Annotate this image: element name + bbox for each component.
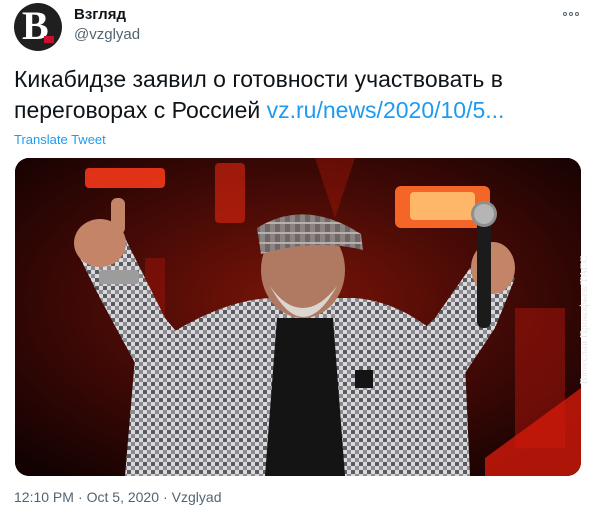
more-dot: [569, 12, 573, 16]
more-dot: [563, 12, 567, 16]
meta-separator: ·: [77, 489, 83, 505]
tweet-time[interactable]: 12:10 PM: [14, 489, 74, 505]
avatar-logo-accent: [44, 36, 54, 43]
tweet-link[interactable]: vz.ru/news/2020/10/5...: [267, 97, 505, 123]
meta-separator: ·: [163, 489, 168, 505]
tweet-photo[interactable]: [15, 158, 581, 476]
more-dot: [575, 12, 579, 16]
tweet-date[interactable]: Oct 5, 2020: [87, 489, 159, 505]
tweet-meta: 12:10 PM · Oct 5, 2020 · Vzglyad: [14, 489, 221, 505]
tweet-text: Кикабидзе заявил о готовности участвоват…: [14, 64, 574, 126]
display-name[interactable]: Взгляд: [74, 6, 126, 23]
tweet: B Взгляд @vzglyad Кикабидзе заявил о гот…: [0, 0, 595, 510]
photo-credit-text: Вячеслав Прокофьев/ТАСС: [578, 255, 590, 385]
translate-tweet-link[interactable]: Translate Tweet: [14, 132, 106, 147]
photo-illustration: [15, 158, 581, 476]
avatar[interactable]: B: [14, 3, 62, 51]
photo-credit: Вячеслав Прокофьев/ТАСС: [577, 170, 591, 470]
user-handle[interactable]: @vzglyad: [74, 26, 140, 43]
more-options-icon[interactable]: [563, 6, 579, 22]
tweet-source[interactable]: Vzglyad: [172, 489, 222, 505]
